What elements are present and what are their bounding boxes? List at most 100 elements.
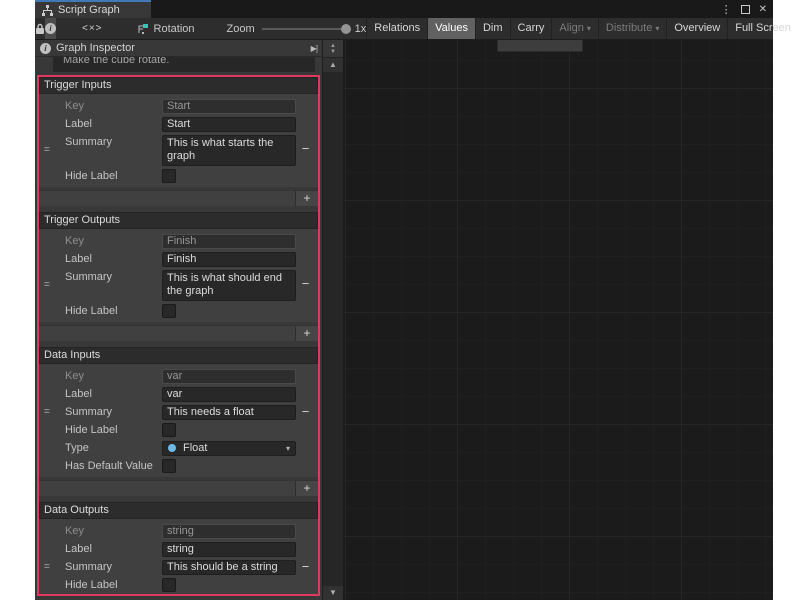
hide-label-checkbox[interactable]: [162, 304, 176, 318]
add-button[interactable]: +: [295, 326, 318, 341]
label-row: Label var: [39, 385, 318, 403]
close-icon[interactable]: ✕: [759, 4, 767, 15]
remove-button[interactable]: −: [296, 135, 315, 163]
key-label: Key: [65, 234, 162, 249]
lock-button[interactable]: [35, 18, 45, 39]
type-dropdown[interactable]: String ▾: [162, 596, 296, 597]
section-body: Key var Label var = Summary This n: [39, 364, 318, 477]
relations-button[interactable]: Relations: [366, 18, 427, 39]
scroll-up-button[interactable]: ▲: [323, 58, 343, 72]
zoom-slider-handle[interactable]: [341, 24, 351, 34]
section-data-outputs: Data Outputs Key string Label string: [39, 502, 318, 596]
remove-button[interactable]: −: [296, 403, 315, 421]
scroll-down-button[interactable]: ▼: [323, 586, 343, 600]
maximize-icon[interactable]: [741, 5, 750, 14]
window-menu-icon[interactable]: ⋮: [721, 3, 732, 16]
add-row: +: [39, 190, 318, 206]
type-dropdown[interactable]: Float ▾: [162, 441, 296, 456]
scroll-spinner[interactable]: ▲ ▼: [323, 40, 343, 58]
overview-button[interactable]: Overview: [666, 18, 727, 39]
hide-label-checkbox[interactable]: [162, 423, 176, 437]
label-label: Label: [65, 117, 162, 132]
summary-label: Summary: [65, 135, 162, 150]
label-input[interactable]: Finish: [162, 252, 296, 267]
full-screen-button[interactable]: Full Screen: [727, 18, 798, 39]
has-default-checkbox[interactable]: [162, 459, 176, 473]
hide-label-checkbox[interactable]: [162, 169, 176, 183]
toolbar-button-group: Relations Values Dim Carry Align ▾ Distri…: [366, 18, 798, 39]
section-header: Trigger Inputs: [39, 77, 318, 94]
section-header: Data Outputs: [39, 502, 318, 519]
drag-handle-icon[interactable]: =: [44, 145, 50, 156]
screenshot-root: Script Graph ⋮ ✕ i <×>: [0, 0, 800, 600]
key-label: Key: [65, 524, 162, 539]
scroll-track[interactable]: [323, 72, 343, 586]
graph-summary-field[interactable]: Make the cube rotate.: [53, 57, 315, 72]
graph-canvas[interactable]: [343, 40, 773, 600]
values-button[interactable]: Values: [427, 18, 475, 39]
key-input: Start: [162, 99, 296, 114]
chevron-down-icon: ▾: [587, 24, 591, 33]
code-view-button[interactable]: <×>: [82, 23, 103, 34]
section-trigger-inputs: Trigger Inputs Key Start Label Start: [39, 77, 318, 212]
summary-input[interactable]: This needs a float: [162, 405, 296, 420]
summary-textarea[interactable]: This is what starts the graph: [162, 135, 296, 166]
dim-button[interactable]: Dim: [475, 18, 510, 39]
hide-label-label: Hide Label: [65, 423, 162, 438]
script-graph-window: Script Graph ⋮ ✕ i <×>: [35, 0, 773, 600]
summary-row: = Summary This is what starts the graph …: [39, 133, 318, 167]
label-row: Label Finish: [39, 250, 318, 268]
type-value: Float: [183, 442, 207, 455]
chevron-down-icon: ▾: [655, 24, 659, 33]
distribute-dropdown[interactable]: Distribute▾: [598, 18, 666, 39]
section-data-inputs: Data Inputs Key var Label var: [39, 347, 318, 502]
add-button[interactable]: +: [295, 191, 318, 206]
label-input[interactable]: string: [162, 542, 296, 557]
graph-breadcrumb[interactable]: Rotation: [127, 23, 205, 35]
remove-button[interactable]: −: [296, 558, 315, 576]
window-controls: ⋮ ✕: [721, 0, 767, 18]
inspector-title: Graph Inspector: [56, 42, 135, 54]
add-row: +: [39, 480, 318, 496]
hide-label-label: Hide Label: [65, 578, 162, 593]
hide-label-row: Hide Label: [39, 576, 318, 594]
label-row: Label string: [39, 540, 318, 558]
spinner-down-icon[interactable]: ▼: [330, 49, 336, 55]
drag-handle-icon[interactable]: =: [44, 407, 50, 418]
summary-row: = Summary This is what should end the gr…: [39, 268, 318, 302]
has-default-row: Has Default Value: [39, 457, 318, 475]
add-button[interactable]: +: [295, 481, 318, 496]
drag-handle-icon[interactable]: =: [44, 280, 50, 291]
inspector-toggle-button[interactable]: i: [45, 18, 56, 39]
popout-icon[interactable]: ▶]: [311, 44, 317, 53]
summary-label: Summary: [65, 405, 162, 420]
align-label: Align: [559, 22, 583, 34]
drag-handle-icon[interactable]: =: [44, 562, 50, 573]
graph-toolbar: i <×> Rotation Zoom 1x Relations: [35, 18, 773, 40]
lock-icon: [35, 23, 45, 35]
hide-label-checkbox[interactable]: [162, 578, 176, 592]
summary-input[interactable]: This should be a string: [162, 560, 296, 575]
zoom-control: Zoom 1x: [227, 23, 367, 35]
type-label: Type: [65, 441, 162, 456]
section-header: Trigger Outputs: [39, 212, 318, 229]
type-color-dot: [168, 444, 176, 452]
graph-node-partial[interactable]: [497, 40, 583, 52]
inspector-scrollbar[interactable]: ▲ ▼ ▲ ▼: [322, 40, 343, 600]
type-label: Type: [65, 596, 162, 597]
highlight-box: Trigger Inputs Key Start Label Start: [37, 75, 320, 596]
key-label: Key: [65, 369, 162, 384]
label-label: Label: [65, 387, 162, 402]
summary-textarea[interactable]: This is what should end the graph: [162, 270, 296, 301]
zoom-slider[interactable]: [262, 28, 348, 30]
state-graph-icon: [137, 23, 149, 35]
carry-button[interactable]: Carry: [510, 18, 552, 39]
key-input: string: [162, 524, 296, 539]
summary-row: = Summary This needs a float −: [39, 403, 318, 421]
align-dropdown[interactable]: Align ▾: [551, 18, 597, 39]
label-input[interactable]: var: [162, 387, 296, 402]
remove-button[interactable]: −: [296, 270, 315, 298]
label-input[interactable]: Start: [162, 117, 296, 132]
zoom-label: Zoom: [227, 23, 255, 35]
tab-script-graph[interactable]: Script Graph: [35, 0, 151, 18]
